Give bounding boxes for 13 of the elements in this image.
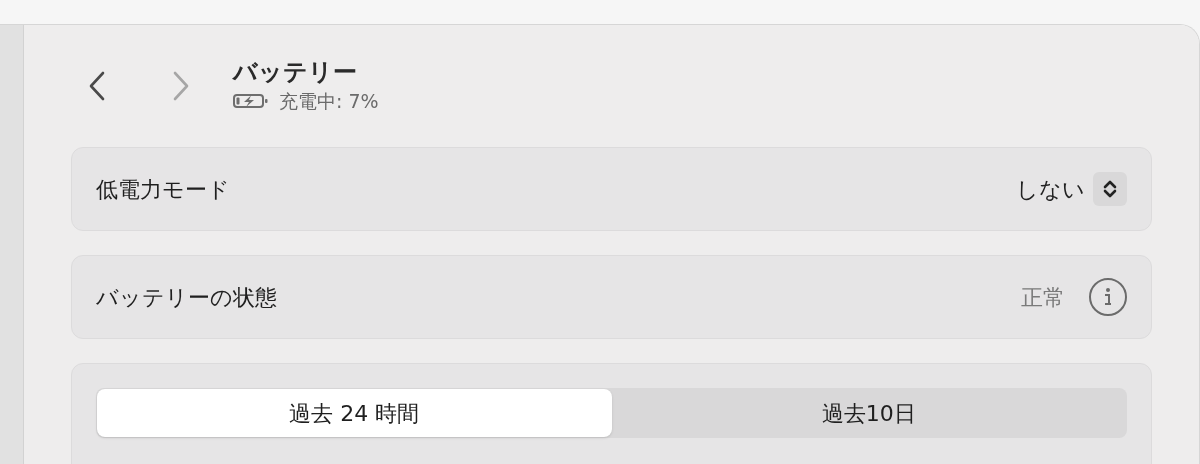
chevron-right-icon <box>172 70 190 102</box>
charging-status: 充電中: 7% <box>279 88 379 114</box>
info-icon[interactable] <box>1089 278 1127 316</box>
stepper-button[interactable] <box>1093 172 1127 206</box>
setting-label: 低電力モード <box>96 175 230 204</box>
page-title: バッテリー <box>233 56 358 87</box>
popup-value: しない <box>1016 175 1085 204</box>
status-value: 正常 <box>1021 283 1065 312</box>
chevron-left-icon <box>88 70 106 102</box>
range-tab[interactable]: 過去10日 <box>611 389 1126 437</box>
up-down-chevron-icon <box>1103 179 1117 199</box>
range-tab[interactable]: 過去 24 時間 <box>97 389 612 437</box>
setting-label: バッテリーの状態 <box>96 283 277 312</box>
